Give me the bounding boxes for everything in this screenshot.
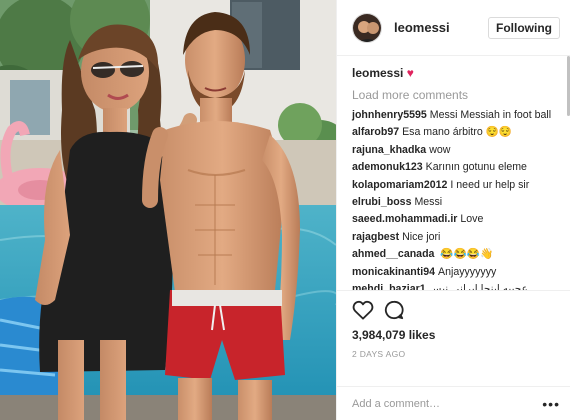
comment-text: Love	[460, 213, 484, 226]
post-header: leomessi Following	[337, 0, 570, 56]
comment-username[interactable]: alfarob97	[352, 126, 399, 138]
instagram-post: leomessi Following leomessi ♥ Load more …	[0, 0, 570, 420]
comment-text: Nice jori	[402, 230, 441, 243]
post-photo[interactable]	[0, 0, 336, 420]
comments-scrollbar[interactable]	[566, 56, 570, 306]
comment-username[interactable]: rajagbest	[352, 231, 399, 243]
comment-emoji: 😌😌	[485, 126, 513, 139]
comment-item: johnhenry5595 Messi Messiah in foot ball	[352, 108, 560, 123]
header-username[interactable]: leomessi	[394, 20, 488, 35]
comment-emoji: 😂😂😂👋	[440, 248, 494, 261]
comment-text: عجیبه اینجا ایرانی نیس	[428, 282, 528, 290]
comment-item: saeed.mohammadi.ir Love	[352, 212, 560, 227]
comment-username[interactable]: mehdi_baziar1	[352, 283, 426, 290]
following-button[interactable]: Following	[488, 16, 560, 39]
load-more-comments-link[interactable]: Load more comments	[352, 86, 560, 104]
heart-outline-icon[interactable]	[352, 298, 378, 322]
photo-illustration	[0, 0, 336, 420]
comment-username[interactable]: saeed.mohammadi.ir	[352, 213, 457, 225]
likes-count[interactable]: 3,984,079 likes	[352, 327, 560, 343]
comment-item: mehdi_baziar1 عجیبه اینجا ایرانی نیس	[352, 282, 560, 290]
comment-text: Messi Messiah in foot ball	[429, 109, 552, 121]
comment-text: Anjayyyyyyy	[438, 265, 497, 278]
comment-item: rajagbest Nice jori	[352, 230, 560, 245]
comment-text: wow	[429, 143, 451, 156]
comment-item: kolapomariam2012 I need ur help sir	[352, 178, 560, 193]
comment-username[interactable]: ademonuk123	[352, 161, 423, 173]
post-sidebar: leomessi Following leomessi ♥ Load more …	[336, 0, 570, 420]
caption-username[interactable]: leomessi	[352, 66, 403, 80]
comment-username[interactable]: elrubi_boss	[352, 196, 411, 208]
comment-item: ahmed__canada 😂😂😂👋	[352, 247, 560, 262]
comments-section: leomessi ♥ Load more comments johnhenry5…	[337, 56, 570, 290]
comment-list: johnhenry5595 Messi Messiah in foot ball a…	[352, 108, 560, 290]
caption: leomessi ♥	[352, 64, 560, 82]
comment-bubble-icon[interactable]	[384, 298, 410, 322]
comment-text: Karının gotunu eleme	[425, 161, 527, 174]
caption-heart-emoji: ♥	[406, 66, 414, 80]
comment-text: Esa mano árbitro	[402, 126, 483, 139]
add-comment-input[interactable]	[352, 397, 543, 410]
comment-item: rajuna_khadka wow	[352, 143, 560, 158]
profile-avatar[interactable]	[352, 12, 382, 43]
comment-text: Messi	[414, 195, 443, 208]
post-actions: 3,984,079 likes 2 DAYS AGO	[337, 290, 570, 386]
comment-item: elrubi_boss Messi	[352, 195, 560, 210]
comment-username[interactable]: rajuna_khadka	[352, 144, 426, 156]
avatar-image	[353, 13, 381, 42]
post-timestamp: 2 DAYS AGO	[352, 349, 406, 359]
comment-item: alfarob97 Esa mano árbitro 😌😌	[352, 125, 560, 140]
comment-username[interactable]: kolapomariam2012	[352, 179, 447, 191]
comment-text: I need ur help sir	[450, 178, 530, 191]
action-icons-row	[352, 297, 560, 323]
comment-item: ademonuk123 Karının gotunu eleme	[352, 160, 560, 175]
add-comment-bar: •••	[337, 386, 570, 420]
comment-username[interactable]: monicakinanti94	[352, 266, 435, 278]
comment-item: monicakinanti94 Anjayyyyyyy	[352, 265, 560, 280]
more-options-icon[interactable]: •••	[542, 396, 560, 412]
comment-username[interactable]: ahmed__canada	[352, 248, 434, 260]
comment-username[interactable]: johnhenry5595	[352, 109, 427, 121]
